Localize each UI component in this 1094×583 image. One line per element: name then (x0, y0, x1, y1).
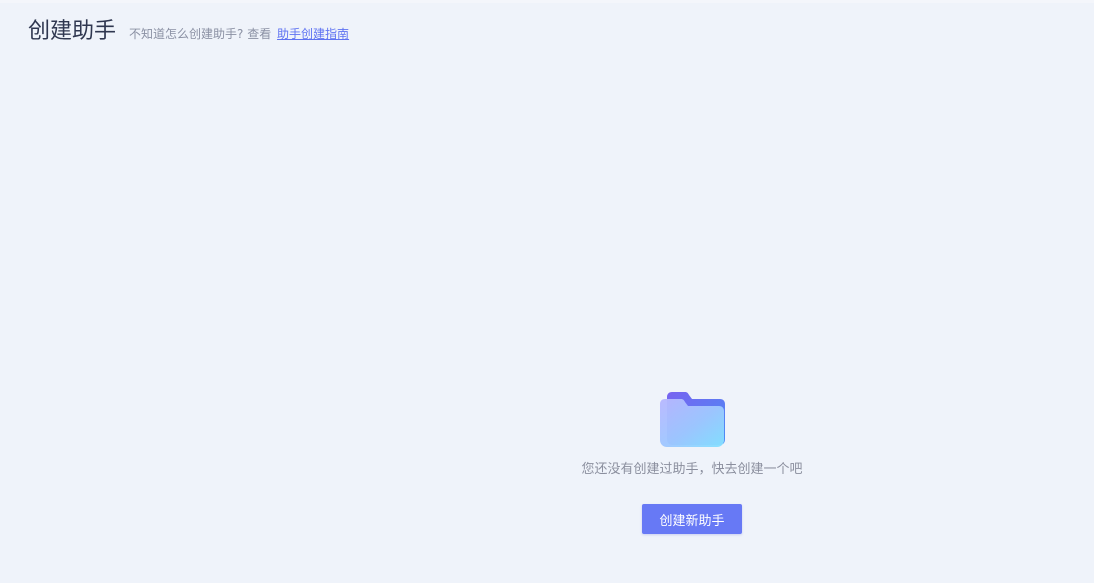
empty-state-message: 您还没有创建过助手，快去创建一个吧 (581, 462, 803, 477)
create-new-assistant-button[interactable]: 创建新助手 (642, 504, 742, 534)
page-title: 创建助手 (28, 19, 117, 44)
empty-state: 您还没有创建过助手，快去创建一个吧 创建新助手 (542, 389, 842, 534)
guide-hint: 不知道怎么创建助手? 查看 助手创建指南 (129, 19, 349, 49)
assistant-guide-link[interactable]: 助手创建指南 (277, 27, 349, 41)
create-assistant-page: 创建助手 不知道怎么创建助手? 查看 助手创建指南 您还没有创建过助手，快去创建… (0, 0, 1094, 583)
guide-hint-text: 不知道怎么创建助手? 查看 (129, 27, 272, 41)
folder-icon (660, 392, 725, 447)
page-header: 创建助手 不知道怎么创建助手? 查看 助手创建指南 (28, 17, 349, 49)
